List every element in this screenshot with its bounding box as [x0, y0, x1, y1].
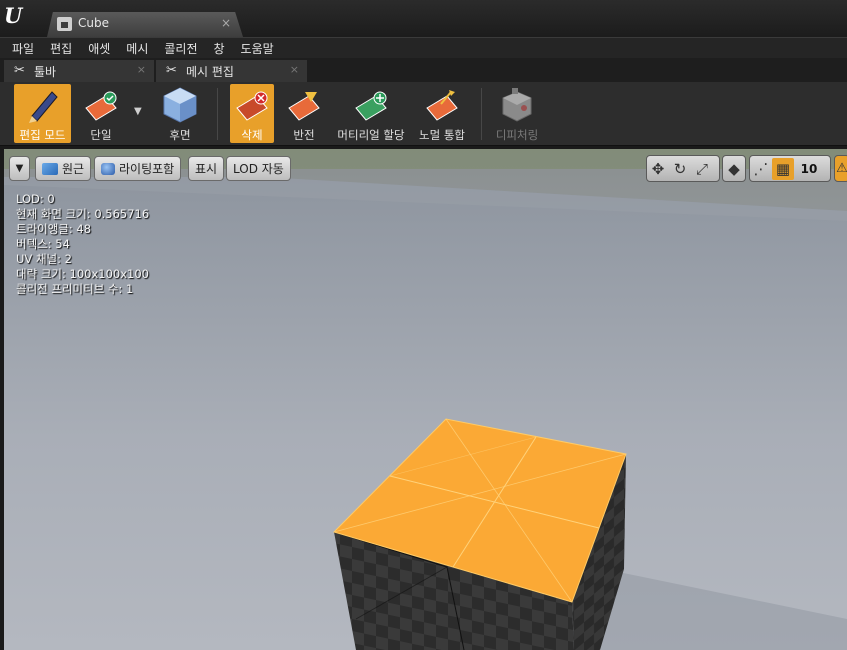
- asset-home-icon: [57, 17, 72, 31]
- stat-approx-size: 대략 크기: 100x100x100: [16, 267, 149, 281]
- perspective-button[interactable]: 원근: [35, 156, 92, 181]
- tab-toolbar-label: 툴바: [34, 64, 57, 79]
- lod-auto-button[interactable]: LOD 자동: [226, 156, 291, 181]
- backface-label: 후면: [169, 128, 191, 142]
- close-icon[interactable]: ×: [137, 63, 146, 76]
- stat-lod: LOD: 0: [16, 192, 55, 206]
- backface-cube-icon: [163, 87, 197, 123]
- unify-normals-button[interactable]: 노멀 통합: [414, 84, 470, 143]
- menu-mesh[interactable]: 메시: [118, 40, 156, 57]
- lit-sphere-icon: [101, 162, 115, 175]
- perspective-icon: [42, 162, 58, 175]
- coordinate-system-button[interactable]: ◆: [722, 155, 746, 182]
- grid-snap-icon[interactable]: ▦: [772, 157, 794, 180]
- title-bar: U Cube ×: [0, 0, 847, 37]
- single-face-icon: [85, 91, 117, 121]
- toolbar-separator: [217, 88, 218, 140]
- backface-button[interactable]: 후면: [157, 84, 203, 143]
- lod-label: LOD 자동: [233, 162, 284, 176]
- stat-uv-channels: UV 채널: 2: [16, 252, 72, 266]
- warning-icon: ⚠: [836, 160, 847, 176]
- single-button[interactable]: 단일: [78, 84, 124, 143]
- edit-mode-button[interactable]: 편집 모드: [14, 84, 71, 143]
- lighting-label: 라이팅포함: [119, 162, 175, 176]
- edit-mode-label: 편집 모드: [19, 128, 66, 142]
- transform-tools: ✥ ↻ ⤢: [646, 155, 720, 182]
- menu-asset[interactable]: 애셋: [80, 40, 118, 57]
- warning-button[interactable]: ⚠: [834, 155, 847, 182]
- panel-tabs: ✂ 툴바 × ✂ 메시 편집 ×: [0, 58, 847, 82]
- wrench-icon: ✂: [14, 63, 25, 78]
- cube-icon: ◆: [728, 159, 740, 178]
- tab-mesh-edit[interactable]: ✂ 메시 편집 ×: [156, 60, 307, 82]
- rotate-icon[interactable]: ↻: [669, 158, 691, 180]
- unify-normals-icon: [426, 90, 458, 121]
- menu-window[interactable]: 창: [206, 40, 233, 57]
- move-icon[interactable]: ✥: [647, 158, 669, 180]
- close-tab-icon[interactable]: ×: [221, 16, 231, 30]
- tab-toolbar[interactable]: ✂ 툴바 ×: [4, 60, 154, 82]
- surface-snap-icon[interactable]: ⋰: [750, 158, 772, 180]
- wrench-icon: ✂: [166, 63, 177, 78]
- delete-button[interactable]: 삭제: [230, 84, 274, 143]
- flip-face-icon: [288, 92, 320, 121]
- mesh-edit-toolbar: 편집 모드 단일 ▼ 후면 삭제 반전 머티리얼 할당 노멀 통합 디피처링: [0, 82, 847, 146]
- menu-help[interactable]: 도움말: [233, 40, 282, 57]
- document-tab-label: Cube: [78, 16, 109, 30]
- menu-collision[interactable]: 콜리전: [156, 40, 205, 57]
- stat-screen-size: 현재 화면 크기: 0.565716: [16, 207, 150, 221]
- flip-label: 반전: [293, 128, 315, 142]
- stat-vertices: 버텍스: 54: [16, 237, 70, 251]
- grid-snap-value[interactable]: 10: [794, 162, 824, 176]
- menu-edit[interactable]: 편집: [42, 40, 80, 57]
- scale-icon[interactable]: ⤢: [691, 158, 713, 180]
- chevron-down-icon[interactable]: ▼: [134, 106, 142, 117]
- document-tab-cube[interactable]: Cube ×: [47, 12, 243, 37]
- chevron-down-icon: ▼: [15, 163, 24, 174]
- defeature-label: 디피처링: [495, 128, 539, 142]
- delete-label: 삭제: [241, 128, 263, 142]
- grid-snap-group: ⋰ ▦ 10: [749, 155, 831, 182]
- tab-mesh-edit-label: 메시 편집: [186, 64, 234, 79]
- pencil-icon: [28, 91, 58, 123]
- delete-face-icon: [236, 91, 268, 121]
- mesh-stats-overlay: LOD: 0 현재 화면 크기: 0.565716 트라이앵글: 48 버텍스:…: [16, 192, 149, 297]
- lighting-button[interactable]: 라이팅포함: [94, 156, 182, 181]
- assign-material-icon: [355, 91, 387, 121]
- show-button[interactable]: 표시: [188, 156, 225, 181]
- close-icon[interactable]: ×: [290, 63, 299, 76]
- viewport-options-button[interactable]: ▼: [9, 156, 30, 181]
- show-label: 표시: [195, 162, 218, 176]
- defeature-button[interactable]: 디피처링: [492, 84, 542, 143]
- defeature-icon: [502, 88, 532, 122]
- flip-button[interactable]: 반전: [281, 84, 327, 143]
- unreal-logo-icon: U: [4, 3, 23, 28]
- menu-bar: 파일 편집 애셋 메시 콜리전 창 도움말: [0, 37, 847, 58]
- stat-triangles: 트라이앵글: 48: [16, 222, 92, 236]
- assign-material-button[interactable]: 머티리얼 할당: [334, 84, 408, 143]
- perspective-label: 원근: [62, 162, 85, 176]
- stat-collision-primitives: 콜리전 프리미티브 수: 1: [16, 282, 134, 296]
- toolbar-separator: [481, 88, 482, 140]
- assign-material-label: 머티리얼 할당: [337, 128, 405, 142]
- menu-file[interactable]: 파일: [4, 40, 42, 57]
- single-label: 단일: [90, 128, 112, 142]
- unify-normals-label: 노멀 통합: [419, 128, 465, 142]
